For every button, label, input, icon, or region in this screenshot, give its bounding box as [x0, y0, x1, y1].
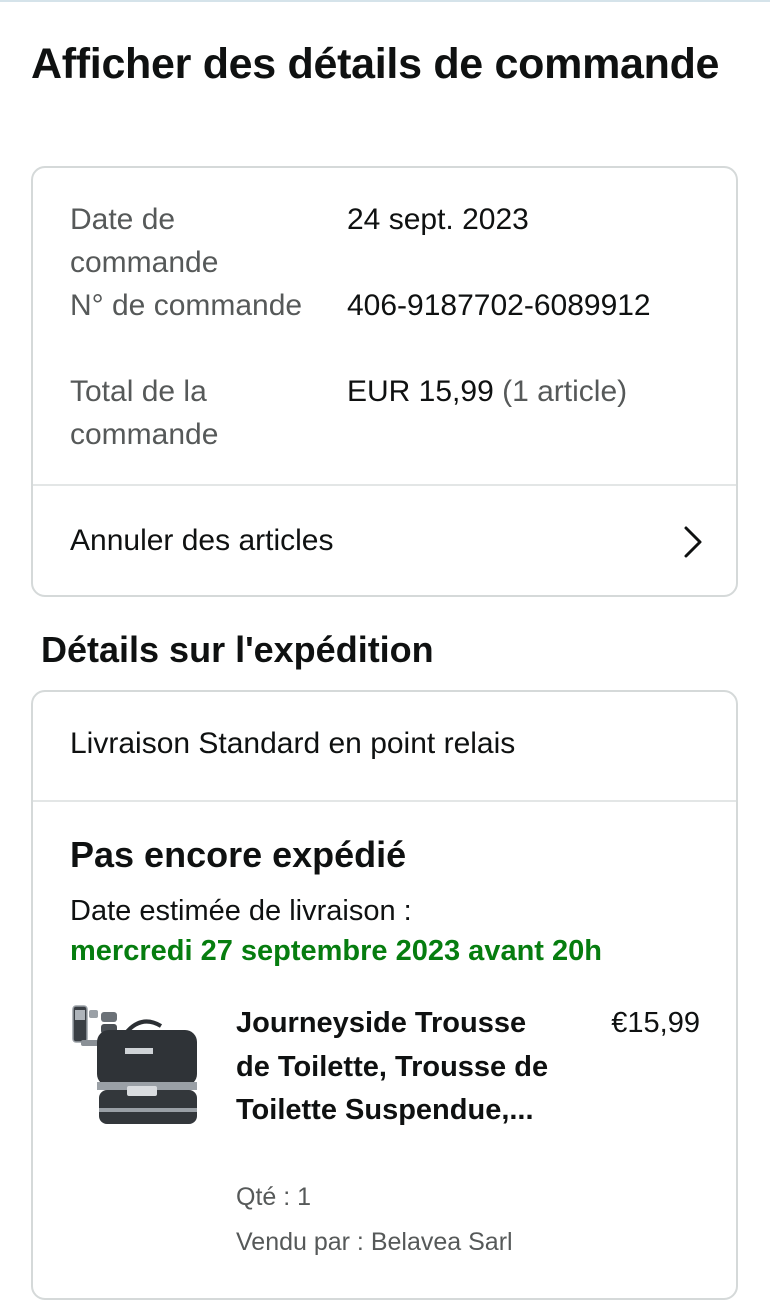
shipping-section-title: Détails sur l'expédition [41, 629, 434, 670]
cancel-items-label: Annuler des articles [70, 524, 334, 557]
product-image[interactable] [71, 1000, 201, 1140]
chevron-right-icon [684, 526, 702, 558]
product-title-link[interactable]: Journeyside Trousse de Toilette, Trousse… [236, 1002, 566, 1133]
page-title: Afficher des détails de commande [31, 40, 720, 88]
order-date-value: 24 sept. 2023 [347, 203, 529, 236]
shipment-status: Pas encore expédié [70, 834, 407, 875]
delivery-estimate-label: Date estimée de livraison : [70, 895, 412, 927]
product-quantity: Qté : 1 [236, 1183, 312, 1211]
order-summary-card: Date de commande 24 sept. 2023 N° de com… [31, 166, 738, 597]
shipment-card: Livraison Standard en point relais Pas e… [31, 690, 738, 1300]
order-total-label: Total de la commande [70, 375, 219, 451]
order-total-value: EUR 15,99 (1 article) [347, 370, 627, 413]
product-seller: Vendu par : Belavea Sarl [236, 1228, 513, 1256]
order-total-amount: EUR 15,99 [347, 375, 494, 408]
cancel-items-button[interactable]: Annuler des articles [33, 486, 736, 595]
shipping-method: Livraison Standard en point relais [70, 727, 516, 760]
order-number-value: 406-9187702-6089912 [347, 289, 651, 322]
product-price: €15,99 [611, 1007, 700, 1039]
delivery-estimate-date: mercredi 27 septembre 2023 avant 20h [70, 935, 602, 967]
order-number-label: N° de commande [70, 289, 303, 322]
top-border [0, 0, 770, 2]
divider [33, 800, 736, 802]
order-date-label: Date de commande [70, 203, 219, 279]
order-item-count: (1 article) [502, 375, 628, 408]
